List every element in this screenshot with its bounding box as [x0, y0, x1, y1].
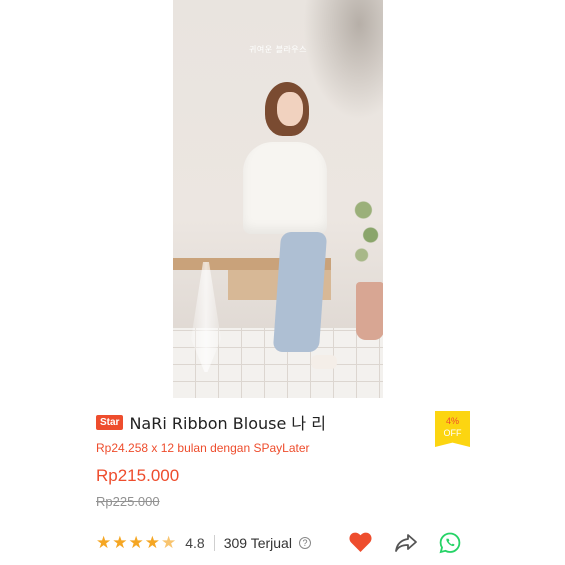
share-icon[interactable] [394, 532, 418, 554]
star-half-icon: ★ [161, 533, 177, 552]
rating-row: ★ ★ ★ ★ ★ 4.8 309 Terjual ? [96, 533, 311, 553]
star-icon: ★ [144, 533, 160, 552]
image-caption: 귀여운 블라우스 [248, 45, 308, 54]
rating-stars: ★ ★ ★ ★ ★ [96, 534, 177, 552]
shadow-decoration [303, 0, 383, 120]
model-jeans [272, 232, 328, 352]
plant-decoration [349, 180, 383, 280]
plant-pot-decoration [356, 282, 383, 340]
product-title-row: Star NaRi Ribbon Blouse 나 리 [96, 410, 326, 434]
help-icon[interactable]: ? [298, 537, 311, 549]
model-shoe [311, 355, 337, 369]
heart-icon[interactable] [348, 531, 373, 553]
star-seller-badge: Star [96, 414, 124, 430]
product-title: NaRi Ribbon Blouse 나 리 [129, 414, 326, 433]
divider [213, 535, 215, 551]
discount-off-label: OFF [443, 428, 462, 438]
current-price: Rp215.000 [96, 466, 180, 485]
star-icon: ★ [112, 533, 128, 552]
rating-value: 4.8 [185, 535, 205, 551]
model-face [277, 92, 303, 126]
discount-percent: 4% [445, 416, 459, 426]
star-icon: ★ [128, 533, 144, 552]
whatsapp-icon[interactable] [438, 531, 462, 555]
discount-badge: 4% OFF [435, 411, 470, 447]
model-blouse [243, 142, 327, 234]
original-price: Rp225.000 [96, 494, 160, 509]
star-icon: ★ [96, 533, 112, 552]
product-image[interactable]: 귀여운 블라우스 [173, 0, 383, 398]
sold-count: 309 Terjual [223, 535, 292, 551]
paylater-installment[interactable]: Rp24.258 x 12 bulan dengan SPayLater [96, 441, 310, 455]
